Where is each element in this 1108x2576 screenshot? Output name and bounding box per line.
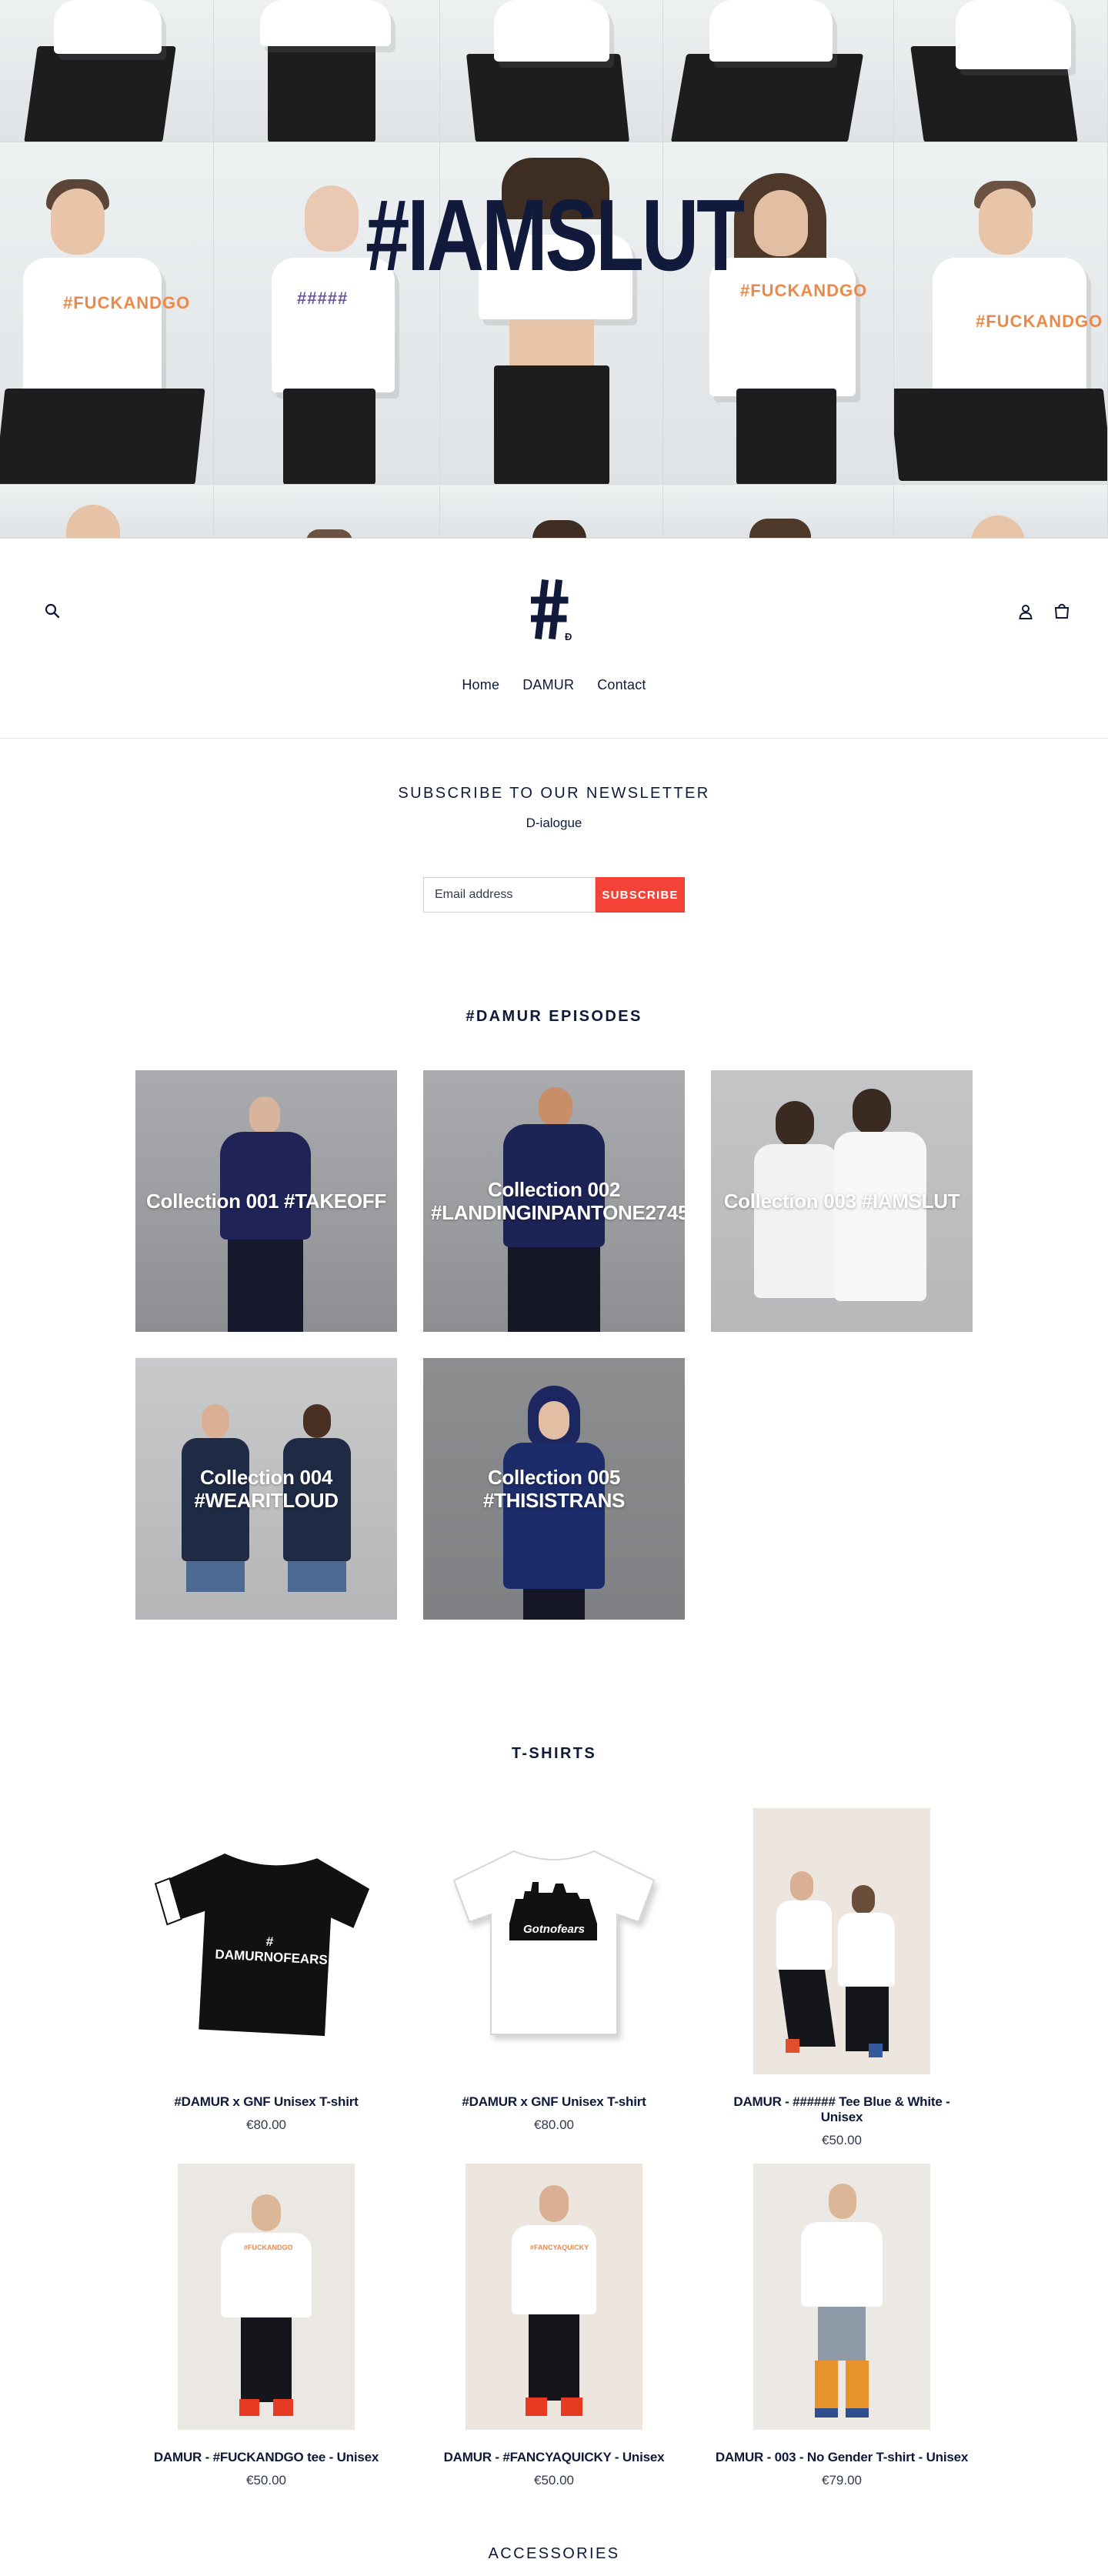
product-price: €80.00 xyxy=(534,2117,574,2132)
hero-photo xyxy=(214,485,440,539)
episode-card[interactable]: Collection 004 #WEARITLOUD xyxy=(135,1358,397,1620)
product-image xyxy=(753,2164,930,2430)
white-tshirt-icon xyxy=(452,1850,656,2035)
product-price: €50.00 xyxy=(246,2473,286,2488)
episode-card[interactable]: Collection 002 #LANDINGINPANTONE2745C xyxy=(423,1070,685,1332)
product-image: Gotnofears xyxy=(423,1808,685,2074)
product-title[interactable]: DAMUR - #FANCYAQUICKY - Unisex xyxy=(423,2450,685,2465)
product-price: €79.00 xyxy=(822,2473,862,2488)
episode-label: Collection 004 #WEARITLOUD xyxy=(194,1466,339,1512)
product-title[interactable]: DAMUR - 003 - No Gender T-shirt - Unisex xyxy=(711,2450,973,2465)
product-image: #FUCKANDGO xyxy=(178,2164,355,2430)
product-price: €80.00 xyxy=(246,2117,286,2132)
account-icon[interactable] xyxy=(1017,603,1034,620)
newsletter-subtitle: D-ialogue xyxy=(526,816,582,830)
product-image xyxy=(753,1808,930,2074)
product-image: # DAMURNOFEARS xyxy=(135,1808,397,2074)
hero-photo xyxy=(440,485,663,539)
logo-sub: Đ xyxy=(565,631,572,642)
product-print: Gotnofears xyxy=(522,1923,585,1936)
episode-card[interactable]: Collection 001 #TAKEOFF xyxy=(135,1070,397,1332)
product-card[interactable]: #FANCYAQUICKY DAMUR - #FANCYAQUICKY - Un… xyxy=(423,2164,685,2488)
nav-link-contact[interactable]: Contact xyxy=(597,677,646,693)
product-title[interactable]: DAMUR - ###### Tee Blue & White - Unisex xyxy=(711,2094,973,2125)
product-title[interactable]: #DAMUR x GNF Unisex T-shirt xyxy=(135,2094,397,2110)
email-input[interactable] xyxy=(423,877,596,913)
hero-photo xyxy=(894,0,1108,142)
newsletter-form: SUBSCRIBE xyxy=(423,877,685,913)
accessories-heading: ACCESSORIES xyxy=(488,2545,620,2562)
product-title[interactable]: DAMUR - #FUCKANDGO tee - Unisex xyxy=(135,2450,397,2465)
product-card[interactable]: # DAMURNOFEARS #DAMUR x GNF Unisex T-shi… xyxy=(135,1808,397,2133)
nav-link-home[interactable]: Home xyxy=(462,677,499,693)
episode-card[interactable]: Collection 003 #IAMSLUT xyxy=(711,1070,973,1332)
search-icon[interactable] xyxy=(43,602,62,620)
tshirts-section: T-SHIRTS # DAMURNOFEARS #DAMUR x GNF Uni… xyxy=(0,1708,1108,2562)
product-price: €50.00 xyxy=(822,2133,862,2147)
product-image: #FANCYAQUICKY xyxy=(466,2164,642,2430)
hero-photo xyxy=(0,485,214,539)
hero-photo xyxy=(663,485,894,539)
episode-label: Collection 005 #THISISTRANS xyxy=(482,1466,626,1512)
product-price: €50.00 xyxy=(534,2473,574,2488)
episodes-heading: #DAMUR EPISODES xyxy=(466,1008,642,1025)
product-print: # DAMURNOFEARS xyxy=(215,1934,329,1967)
hero-banner: #FUCKANDGO ##### #FUCKANDGO #FUCKANDGO #… xyxy=(0,0,1108,539)
hero-photo xyxy=(663,0,894,142)
cart-icon[interactable] xyxy=(1053,602,1071,620)
product-card[interactable]: DAMUR - ###### Tee Blue & White - Unisex… xyxy=(711,1808,973,2148)
episode-label: Collection 002 #LANDINGINPANTONE2745C xyxy=(431,1178,685,1224)
nav-link-damur[interactable]: DAMUR xyxy=(522,677,574,693)
newsletter-section: SUBSCRIBE TO OUR NEWSLETTER D-ialogue SU… xyxy=(0,739,1108,969)
tshirts-heading: T-SHIRTS xyxy=(511,1745,597,1762)
episodes-section: #DAMUR EPISODES Collection 001 #TAKEOFF … xyxy=(0,969,1108,1708)
subscribe-button[interactable]: SUBSCRIBE xyxy=(596,877,685,913)
site-logo[interactable]: Đ xyxy=(529,579,577,648)
hero-photo xyxy=(0,0,214,142)
product-card[interactable]: #FUCKANDGO DAMUR - #FUCKANDGO tee - Unis… xyxy=(135,2164,397,2488)
main-nav: Home DAMUR Contact xyxy=(0,677,1108,693)
hero-title: #IAMSLUT xyxy=(365,179,745,292)
episode-label: Collection 003 #IAMSLUT xyxy=(723,1190,960,1213)
product-title[interactable]: #DAMUR x GNF Unisex T-shirt xyxy=(423,2094,685,2110)
hero-photo xyxy=(214,0,440,142)
product-card[interactable]: Gotnofears #DAMUR x GNF Unisex T-shirt €… xyxy=(423,1808,685,2133)
episode-card[interactable]: Collection 005 #THISISTRANS xyxy=(423,1358,685,1620)
hero-photo xyxy=(894,485,1108,539)
site-header: Đ Home DAMUR Contact xyxy=(0,539,1108,739)
hero-photo xyxy=(440,0,663,142)
shirt-print: #FUCKANDGO xyxy=(63,293,191,312)
product-card[interactable]: DAMUR - 003 - No Gender T-shirt - Unisex… xyxy=(711,2164,973,2488)
episode-label: Collection 001 #TAKEOFF xyxy=(146,1190,386,1213)
shirt-print: #FUCKANDGO xyxy=(976,312,1103,331)
newsletter-title: SUBSCRIBE TO OUR NEWSLETTER xyxy=(398,785,710,802)
